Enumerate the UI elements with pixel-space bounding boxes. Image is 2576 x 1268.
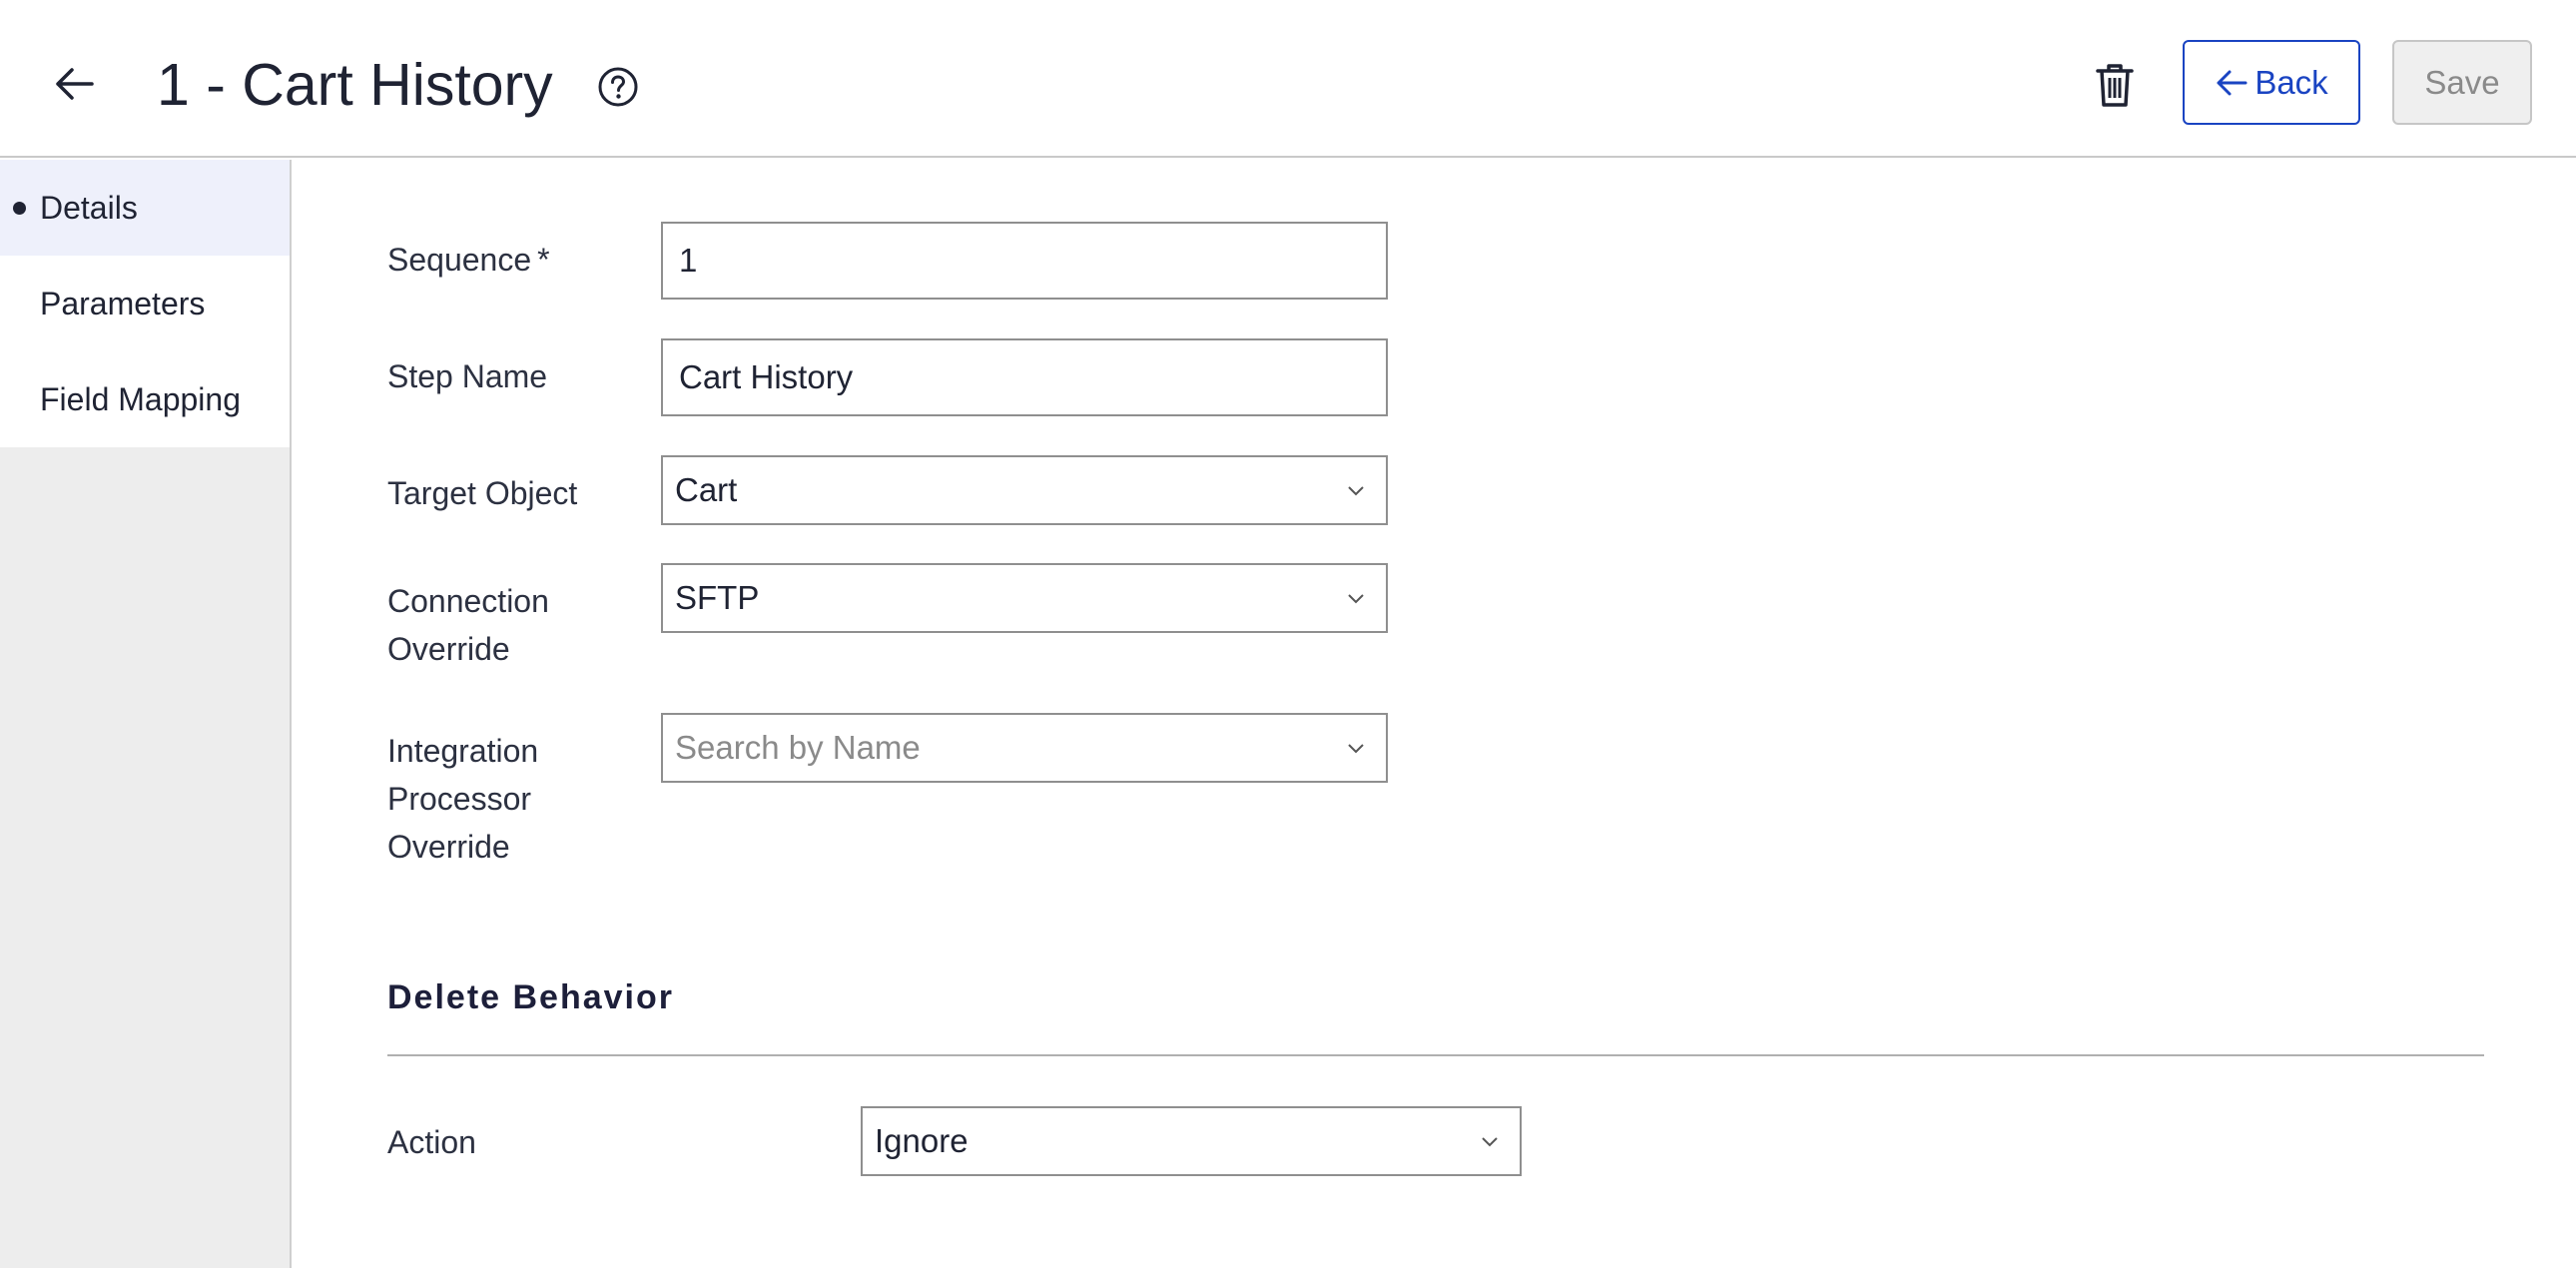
integration-processor-select[interactable]: Search by Name <box>661 713 1388 783</box>
page-title: 1 - Cart History <box>157 52 553 118</box>
back-button[interactable]: Back <box>2183 40 2360 125</box>
label-line: Connection <box>387 583 549 619</box>
chevron-down-icon <box>1482 1137 1498 1147</box>
arrow-left-icon <box>2217 70 2248 95</box>
sidebar: Details Parameters Field Mapping <box>0 160 292 1268</box>
connection-override-label: Connection Override <box>387 577 549 673</box>
target-object-value: Cart <box>675 471 738 508</box>
sidebar-item-label: Field Mapping <box>40 381 241 417</box>
sequence-input[interactable] <box>661 222 1388 300</box>
section-divider <box>387 1054 2484 1056</box>
page-header: 1 - Cart History Back Save <box>0 0 2576 158</box>
required-mark: * <box>537 242 550 278</box>
label-line: Integration <box>387 733 539 769</box>
action-label: Action <box>387 1124 476 1160</box>
help-circle-icon[interactable] <box>597 66 639 108</box>
step-name-label: Step Name <box>387 358 548 394</box>
integration-processor-override-label: Integration Processor Override <box>387 727 538 871</box>
section-title-delete-behavior: Delete Behavior <box>387 978 674 1016</box>
sidebar-item-field-mapping[interactable]: Field Mapping <box>0 351 290 447</box>
details-form: Sequence* Step Name Target Object Cart C… <box>294 160 2576 1268</box>
label-line: Override <box>387 829 510 865</box>
action-select[interactable]: Ignore <box>861 1106 1522 1176</box>
step-name-input[interactable] <box>661 338 1388 416</box>
sequence-label: Sequence * <box>387 236 550 284</box>
label-line: Processor <box>387 781 532 817</box>
sidebar-item-label: Parameters <box>40 286 206 321</box>
search-placeholder: Search by Name <box>675 729 921 766</box>
label-line: Override <box>387 631 510 667</box>
target-object-select[interactable]: Cart <box>661 455 1388 525</box>
chevron-down-icon <box>1348 486 1364 496</box>
arrow-left-icon[interactable] <box>52 62 96 106</box>
sidebar-item-details[interactable]: Details <box>0 160 290 256</box>
sequence-label-text: Sequence <box>387 242 532 278</box>
chevron-down-icon <box>1348 594 1364 604</box>
connection-override-value: SFTP <box>675 579 760 616</box>
active-indicator-dot <box>13 202 26 215</box>
back-button-label: Back <box>2254 63 2328 101</box>
sidebar-item-label: Details <box>40 190 138 226</box>
target-object-label: Target Object <box>387 475 578 511</box>
connection-override-select[interactable]: SFTP <box>661 563 1388 633</box>
action-value: Ignore <box>875 1122 968 1159</box>
sidebar-item-parameters[interactable]: Parameters <box>0 256 290 351</box>
save-button[interactable]: Save <box>2392 40 2532 125</box>
trash-icon[interactable] <box>2095 62 2135 108</box>
chevron-down-icon <box>1348 744 1364 754</box>
